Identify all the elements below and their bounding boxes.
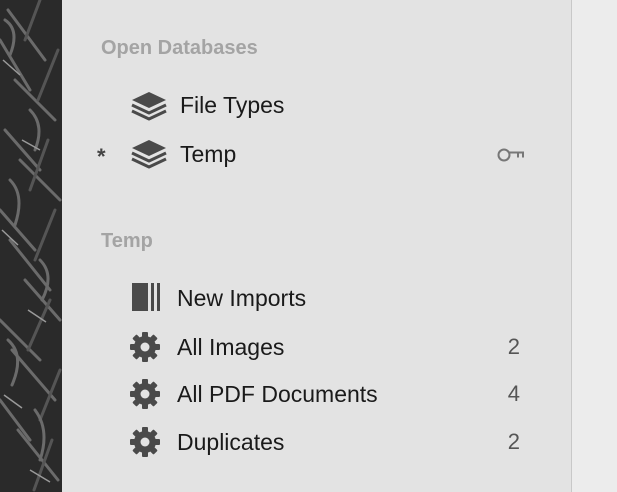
group-item-new-imports[interactable]: New Imports: [0, 277, 571, 317]
smart-group-all-pdf-documents[interactable]: All PDF Documents 4: [0, 373, 571, 413]
smart-group-all-images[interactable]: All Images 2: [0, 326, 571, 366]
section-title-temp: Temp: [101, 230, 153, 252]
item-count: 2: [507, 429, 520, 454]
database-item-temp[interactable]: * Temp: [0, 134, 571, 174]
smart-group-label: All PDF Documents: [177, 381, 378, 407]
database-item-label: File Types: [180, 92, 285, 118]
unsaved-marker: *: [97, 144, 106, 169]
layers-icon: [131, 92, 167, 121]
layers-icon: [131, 140, 167, 169]
key-icon[interactable]: [497, 147, 527, 163]
smart-group-duplicates[interactable]: Duplicates 2: [0, 421, 571, 461]
bark-texture-strip: [0, 0, 62, 492]
section-title-open-databases: Open Databases: [101, 37, 258, 59]
smart-group-label: All Images: [177, 334, 285, 360]
gear-icon: [130, 427, 160, 457]
database-item-label: Temp: [180, 141, 237, 167]
item-count: 2: [507, 334, 520, 359]
inbox-icon: [132, 283, 160, 311]
database-item-file-types[interactable]: File Types: [0, 84, 571, 124]
item-count: 4: [507, 381, 520, 406]
smart-group-label: Duplicates: [177, 429, 285, 455]
group-item-label: New Imports: [177, 285, 307, 311]
gear-icon: [130, 332, 160, 362]
gear-icon: [130, 379, 160, 409]
content-area: [572, 0, 617, 492]
